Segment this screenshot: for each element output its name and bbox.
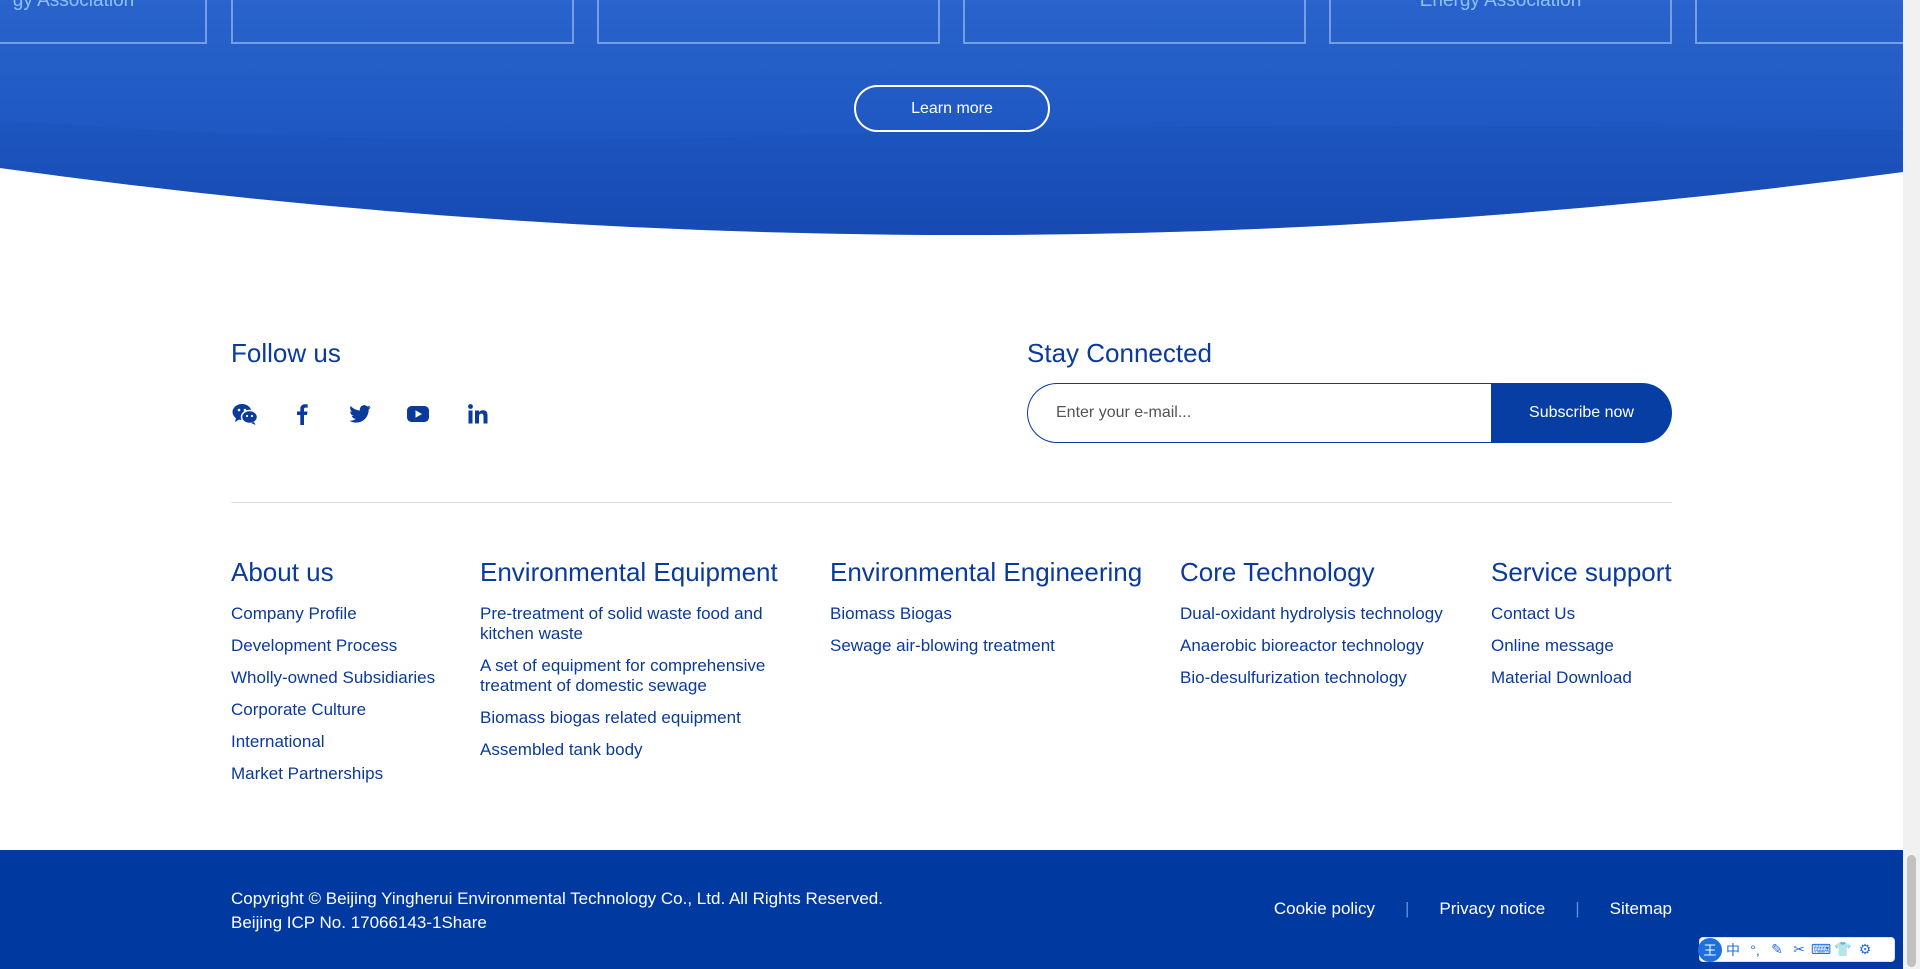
- footer-link[interactable]: Biomass Biogas: [830, 604, 1142, 624]
- footer-link[interactable]: Market Partnerships: [231, 764, 435, 784]
- footer-link[interactable]: Bio-desulfurization technology: [1180, 668, 1443, 688]
- column-links: Dual-oxidant hydrolysis technology Anaer…: [1180, 604, 1443, 688]
- icp-number: Beijing ICP No. 17066143-1Share: [231, 913, 487, 932]
- punctuation-icon[interactable]: °,: [1744, 942, 1766, 958]
- partner-card[interactable]: [963, 0, 1306, 44]
- link-separator: |: [1575, 899, 1580, 918]
- follow-us-title: Follow us: [231, 338, 341, 368]
- linkedin-icon[interactable]: [464, 400, 492, 428]
- ime-logo-icon[interactable]: 王: [1698, 937, 1722, 962]
- footer-links: Cookie policy | Privacy notice | Sitemap: [1274, 899, 1672, 919]
- column-links: Contact Us Online message Material Downl…: [1491, 604, 1672, 688]
- footer-column-environmental-equipment: Environmental Equipment Pre-treatment of…: [480, 555, 802, 772]
- column-title[interactable]: Core Technology: [1180, 555, 1443, 589]
- privacy-notice-link[interactable]: Privacy notice: [1439, 899, 1545, 919]
- column-title[interactable]: Service support: [1491, 555, 1672, 589]
- keyboard-icon[interactable]: ⌨: [1810, 941, 1832, 958]
- sitemap-link[interactable]: Sitemap: [1610, 899, 1672, 919]
- footer-link[interactable]: Anaerobic bioreactor technology: [1180, 636, 1443, 656]
- skin-icon[interactable]: 👕: [1832, 941, 1854, 958]
- footer-link[interactable]: Material Download: [1491, 668, 1672, 688]
- footer-link[interactable]: Biomass biogas related equipment: [480, 708, 802, 728]
- footer-link[interactable]: Contact Us: [1491, 604, 1672, 624]
- footer-column-core-technology: Core Technology Dual-oxidant hydrolysis …: [1180, 555, 1443, 700]
- partner-card[interactable]: [231, 0, 574, 44]
- wechat-icon[interactable]: [231, 400, 259, 428]
- facebook-icon[interactable]: [288, 400, 316, 428]
- footer-link[interactable]: Development Process: [231, 636, 435, 656]
- column-title[interactable]: About us: [231, 555, 435, 589]
- handwriting-icon[interactable]: ✎: [1766, 941, 1788, 958]
- footer-bar: Copyright © Beijing Yingherui Environmen…: [0, 850, 1903, 969]
- footer-link[interactable]: Assembled tank body: [480, 740, 802, 760]
- stay-connected-title: Stay Connected: [1027, 338, 1213, 368]
- footer-link[interactable]: Sewage air-blowing treatment: [830, 636, 1142, 656]
- ime-toolbar: 王 中 °, ✎ ✂ ⌨ 👕 ⚙: [1698, 937, 1895, 962]
- column-title[interactable]: Environmental Engineering: [830, 555, 1142, 589]
- footer-link[interactable]: International: [231, 732, 435, 752]
- partner-card-text: Energy Association: [1419, 0, 1582, 11]
- youtube-icon[interactable]: [404, 400, 432, 428]
- page-scrollbar[interactable]: [1903, 0, 1920, 969]
- column-links: Company Profile Development Process Whol…: [231, 604, 435, 784]
- subscribe-button[interactable]: Subscribe now: [1491, 383, 1672, 443]
- subscribe-form: Subscribe now: [1027, 383, 1672, 443]
- link-separator: |: [1404, 899, 1410, 918]
- scissors-icon[interactable]: ✂: [1788, 941, 1810, 958]
- partner-card-text: gy Association: [12, 0, 135, 11]
- footer-link[interactable]: Wholly-owned Subsidiaries: [231, 668, 435, 688]
- partner-card[interactable]: Energy Association: [1329, 0, 1672, 44]
- footer-link[interactable]: Dual-oxidant hydrolysis technology: [1180, 604, 1443, 624]
- partner-cards: gy Association Energy Association: [0, 0, 1903, 46]
- footer-link[interactable]: A set of equipment for comprehensive tre…: [480, 656, 802, 696]
- learn-more-button[interactable]: Learn more: [854, 85, 1050, 132]
- chinese-mode-icon[interactable]: 中: [1722, 940, 1744, 960]
- gear-icon[interactable]: ⚙: [1854, 941, 1876, 958]
- cookie-policy-link[interactable]: Cookie policy: [1274, 899, 1375, 919]
- email-field[interactable]: [1027, 383, 1497, 443]
- footer-link[interactable]: Corporate Culture: [231, 700, 435, 720]
- footer-divider: [231, 502, 1672, 503]
- copyright: Copyright © Beijing Yingherui Environmen…: [231, 887, 883, 935]
- hero-band: gy Association Energy Association Learn …: [0, 0, 1903, 260]
- copyright-text: Copyright © Beijing Yingherui Environmen…: [231, 889, 883, 908]
- footer-link[interactable]: Company Profile: [231, 604, 435, 624]
- scrollbar-thumb[interactable]: [1907, 855, 1916, 967]
- column-links: Biomass Biogas Sewage air-blowing treatm…: [830, 604, 1142, 656]
- column-title[interactable]: Environmental Equipment: [480, 555, 802, 589]
- footer-link[interactable]: Online message: [1491, 636, 1672, 656]
- footer-column-service-support: Service support Contact Us Online messag…: [1491, 555, 1672, 700]
- twitter-icon[interactable]: [346, 400, 374, 428]
- partner-card[interactable]: [597, 0, 940, 44]
- partner-card[interactable]: gy Association: [0, 0, 207, 44]
- footer-column-about: About us Company Profile Development Pro…: [231, 555, 435, 796]
- footer-link[interactable]: Pre-treatment of solid waste food and ki…: [480, 604, 802, 644]
- column-links: Pre-treatment of solid waste food and ki…: [480, 604, 802, 760]
- footer-column-environmental-engineering: Environmental Engineering Biomass Biogas…: [830, 555, 1142, 668]
- partner-card[interactable]: [1695, 0, 1903, 44]
